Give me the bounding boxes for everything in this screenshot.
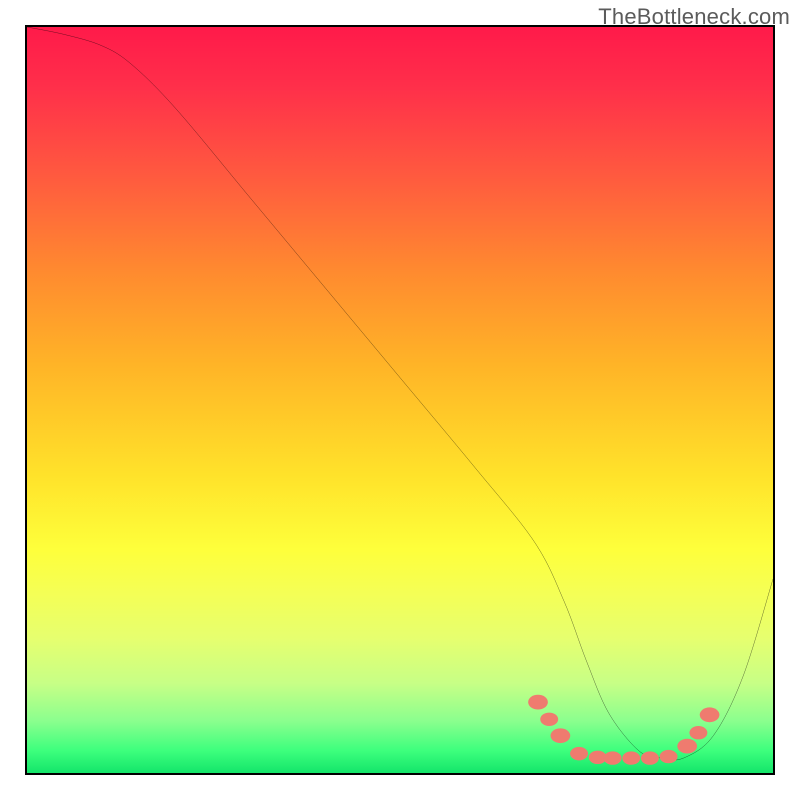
- valley-dot: [604, 751, 622, 764]
- valley-dot: [551, 728, 571, 743]
- chart-container: TheBottleneck.com: [0, 0, 800, 800]
- valley-dot: [622, 751, 640, 764]
- watermark-text: TheBottleneck.com: [598, 4, 790, 30]
- bottleneck-curve: [27, 27, 773, 760]
- valley-dot: [660, 750, 678, 763]
- plot-area: [25, 25, 775, 775]
- valley-dot: [689, 726, 707, 739]
- curve-svg: [27, 27, 773, 773]
- valley-dot: [570, 747, 588, 760]
- valley-markers: [528, 695, 719, 765]
- valley-dot: [700, 707, 720, 722]
- valley-dot: [540, 713, 558, 726]
- valley-dot: [641, 751, 659, 764]
- valley-dot: [677, 739, 697, 754]
- valley-dot: [528, 695, 548, 710]
